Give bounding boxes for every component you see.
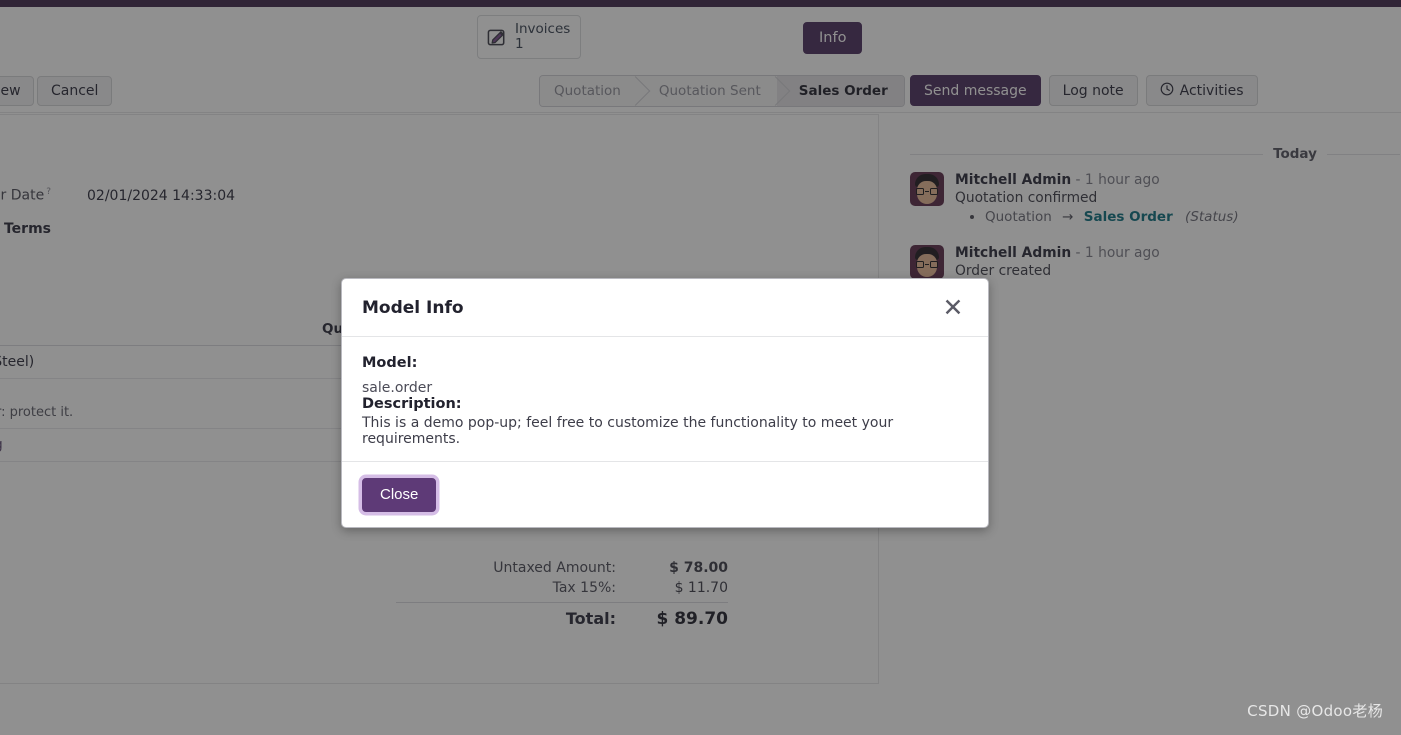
dialog-title: Model Info	[362, 297, 464, 318]
dialog-header: Model Info ✕	[342, 279, 988, 337]
description-label: Description:	[362, 396, 462, 412]
close-icon[interactable]: ✕	[938, 293, 968, 323]
model-info-dialog: Model Info ✕ Model: sale.order Descripti…	[341, 278, 989, 528]
dialog-footer: Close	[342, 461, 988, 527]
model-value: sale.order	[362, 380, 433, 396]
description-value: This is a demo pop-up; feel free to cust…	[362, 415, 894, 447]
model-label: Model:	[362, 355, 418, 371]
close-button-label: Close	[380, 486, 419, 503]
dialog-body: Model: sale.order Description: This is a…	[342, 337, 988, 461]
close-button[interactable]: Close	[362, 477, 437, 512]
